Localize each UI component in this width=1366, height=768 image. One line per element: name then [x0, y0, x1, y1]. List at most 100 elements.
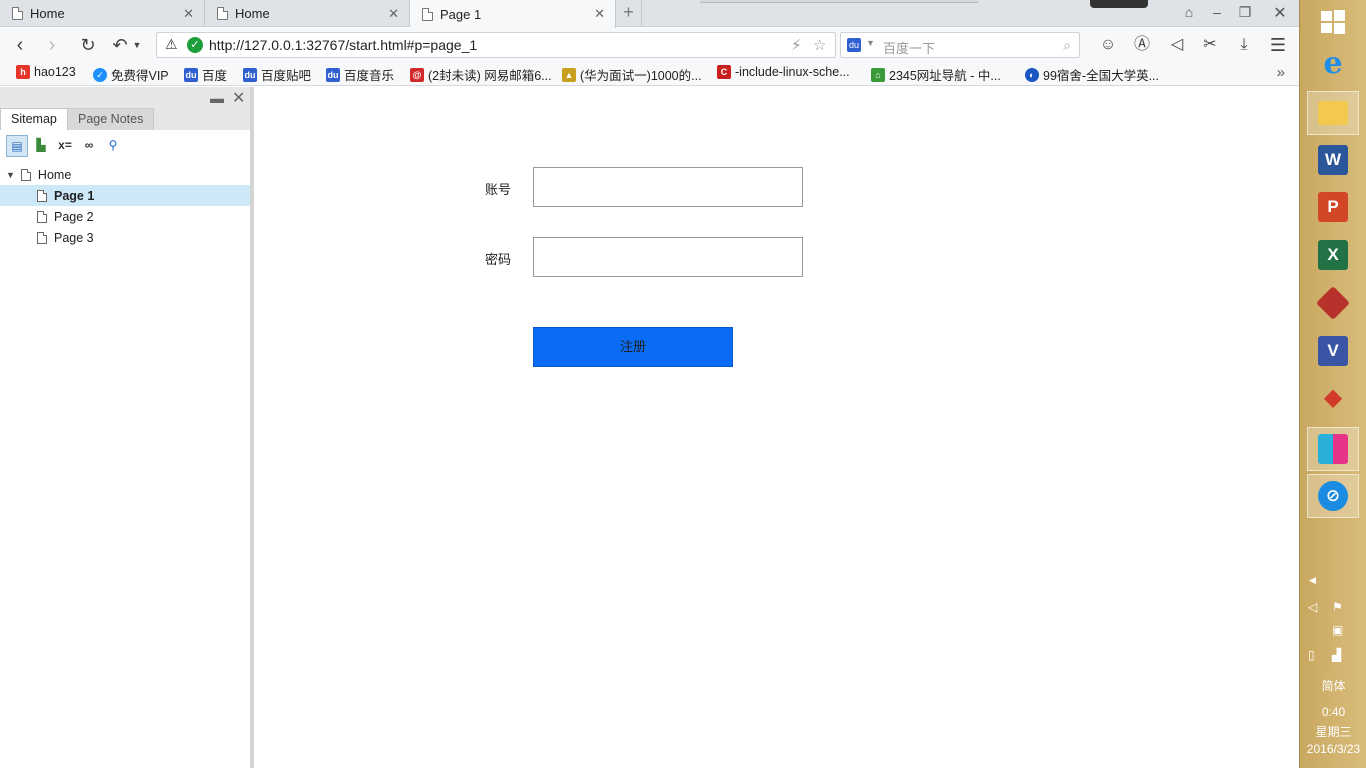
word-icon: W [1318, 145, 1348, 175]
password-input[interactable] [533, 237, 803, 277]
minimize-icon[interactable]: – [1207, 4, 1227, 20]
tab-title: Page 1 [440, 6, 482, 22]
bookmark-baidu-tieba[interactable]: du 百度贴吧 [243, 65, 311, 84]
shapes-icon: ◆ [1323, 384, 1343, 411]
chevron-down-icon[interactable]: ▼ [130, 33, 144, 57]
baidu-icon: du [184, 67, 198, 82]
page-icon [422, 7, 433, 21]
taskbar-app-shapes[interactable]: ◆ [1307, 376, 1359, 420]
page-icon [37, 189, 47, 202]
bookmark-huawei-interview[interactable]: ▲ (华为面试一)1000的... [562, 65, 702, 84]
url-text[interactable]: http://127.0.0.1:32767/start.html#p=page… [209, 37, 477, 53]
signal-icon[interactable]: ▟ [1332, 648, 1341, 662]
volume-icon[interactable]: ◁ [1308, 600, 1317, 614]
bookmark-2345[interactable]: ⌂ 2345网址导航 - 中... [871, 65, 1001, 84]
more-bookmarks-icon[interactable]: » [1277, 64, 1285, 81]
bookmark-hao123[interactable]: h hao123 [16, 65, 76, 79]
tree-item-label: Page 2 [54, 209, 94, 224]
action-center-icon[interactable]: ⚑ [1332, 600, 1343, 614]
search-box[interactable]: du ▼ 百度一下 ⌕ [840, 32, 1080, 58]
sitemap-panel-header: ▬ ✕ Sitemap Page Notes [0, 87, 250, 130]
close-panel-icon[interactable]: ✕ [232, 88, 245, 108]
reload-icon[interactable]: ↻ [76, 33, 100, 57]
search-icon[interactable]: ⌕ [1063, 37, 1071, 54]
hotspots-icon[interactable]: ▙ [30, 135, 52, 157]
variables-icon[interactable]: x= [54, 135, 76, 157]
sitemap-panel: ▬ ✕ Sitemap Page Notes ▤ ▙ x= ∞ ⚲ ▼ Home… [0, 87, 250, 768]
tree-item-page-3[interactable]: Page 3 [0, 227, 250, 248]
tab-page-notes[interactable]: Page Notes [67, 108, 155, 130]
clock-date[interactable]: 2016/3/23 [1300, 742, 1366, 756]
close-tab-icon[interactable]: ✕ [594, 6, 605, 22]
tab-sitemap[interactable]: Sitemap [0, 108, 68, 130]
taskbar-ie[interactable]: e [1307, 42, 1359, 86]
link-icon[interactable]: ∞ [78, 135, 100, 157]
skin-icon[interactable]: ⌂ [1179, 4, 1199, 20]
speaker-icon[interactable]: ◁ [1165, 33, 1189, 57]
show-hidden-icons-icon[interactable]: ◀ [1309, 575, 1316, 586]
tree-item-home[interactable]: ▼ Home [0, 164, 250, 185]
battery-icon[interactable]: ▯ [1308, 648, 1315, 662]
security-shield-icon[interactable]: ✓ [187, 37, 203, 53]
taskbar-word[interactable]: W [1307, 138, 1359, 182]
menu-icon[interactable]: ☰ [1266, 33, 1290, 57]
expand-caret-icon[interactable]: ▼ [6, 170, 15, 180]
lightning-icon[interactable]: ⚡ [791, 36, 802, 54]
clock-weekday[interactable]: 星期三 [1300, 723, 1366, 740]
bookmark-baidu[interactable]: du 百度 [184, 65, 227, 84]
taskbar-excel[interactable]: X [1307, 233, 1359, 277]
site-info-icon[interactable]: ⚠ [165, 36, 178, 53]
chat-icon[interactable]: ☺ [1096, 33, 1120, 57]
tree-item-page-2[interactable]: Page 2 [0, 206, 250, 227]
address-bar[interactable]: ⚠ ✓ http://127.0.0.1:32767/start.html#p=… [156, 32, 836, 58]
taskbar-axure[interactable] [1307, 427, 1359, 471]
2345-icon: ⌂ [871, 67, 885, 82]
taskbar-file-explorer[interactable] [1307, 91, 1359, 135]
tree-item-label: Page 1 [54, 188, 95, 203]
bookmark-netease-mail[interactable]: @ (2封未读) 网易邮箱6... [410, 65, 552, 84]
close-tab-icon[interactable]: ✕ [183, 6, 194, 22]
back-icon[interactable]: ‹ [8, 33, 32, 57]
scissors-icon[interactable]: ✂ [1198, 33, 1222, 57]
baidu-engine-icon[interactable]: du [847, 38, 861, 52]
register-button[interactable]: 注册 [533, 327, 733, 367]
star-icon[interactable]: ☆ [813, 36, 826, 54]
download-icon[interactable]: ⤓ [1232, 33, 1256, 57]
network-app-icon[interactable]: ▣ [1332, 623, 1343, 637]
bookmark-baidu-music[interactable]: du 百度音乐 [326, 65, 394, 84]
minimize-panel-icon[interactable]: ▬ [210, 90, 224, 106]
ie-icon: e [1323, 46, 1343, 81]
account-label: 账号 [485, 182, 512, 197]
taskbar-visio[interactable]: V [1307, 329, 1359, 373]
mini-window-thumbnail [1090, 0, 1148, 8]
search-icon[interactable]: ⚲ [102, 135, 124, 157]
chevron-down-icon[interactable]: ▼ [866, 38, 875, 48]
clock-time[interactable]: 0:40 [1300, 705, 1366, 719]
start-button[interactable] [1307, 0, 1359, 44]
tree-item-page-1[interactable]: Page 1 [0, 185, 250, 206]
search-placeholder[interactable]: 百度一下 [883, 38, 935, 57]
page-view-icon[interactable]: ▤ [6, 135, 28, 157]
close-window-icon[interactable]: ✕ [1270, 3, 1290, 23]
tab-page-1[interactable]: Page 1 ✕ [410, 0, 616, 28]
page-content: 账号 密码 注册 [254, 87, 1299, 768]
taskbar-browser[interactable]: ⊘ [1307, 474, 1359, 518]
taskbar-app-red[interactable] [1307, 281, 1359, 325]
bookmark-label: (华为面试一)1000的... [580, 69, 702, 83]
tab-home-1[interactable]: Home ✕ [0, 0, 205, 27]
undo-close-icon[interactable]: ↶ [108, 33, 132, 57]
bookmark-vip[interactable]: ✓ 免费得VIP [93, 65, 169, 84]
reader-mode-icon[interactable]: Ⓐ [1130, 33, 1154, 57]
restore-icon[interactable]: ❐ [1235, 4, 1255, 21]
close-tab-icon[interactable]: ✕ [388, 6, 399, 22]
bookmark-99sushe[interactable]: ◐ 99宿舍-全国大学英... [1025, 65, 1159, 84]
new-tab-button[interactable]: + [616, 0, 642, 27]
ime-indicator[interactable]: 简体 [1300, 677, 1366, 694]
taskbar-powerpoint[interactable]: P [1307, 185, 1359, 229]
sitemap-toolbar: ▤ ▙ x= ∞ ⚲ [0, 130, 250, 162]
account-input[interactable] [533, 167, 803, 207]
tab-home-2[interactable]: Home ✕ [205, 0, 410, 27]
forward-icon[interactable]: › [40, 33, 64, 57]
tree-item-label: Home [37, 167, 72, 182]
bookmark-csdn[interactable]: C -include-linux-sche... [717, 65, 850, 79]
